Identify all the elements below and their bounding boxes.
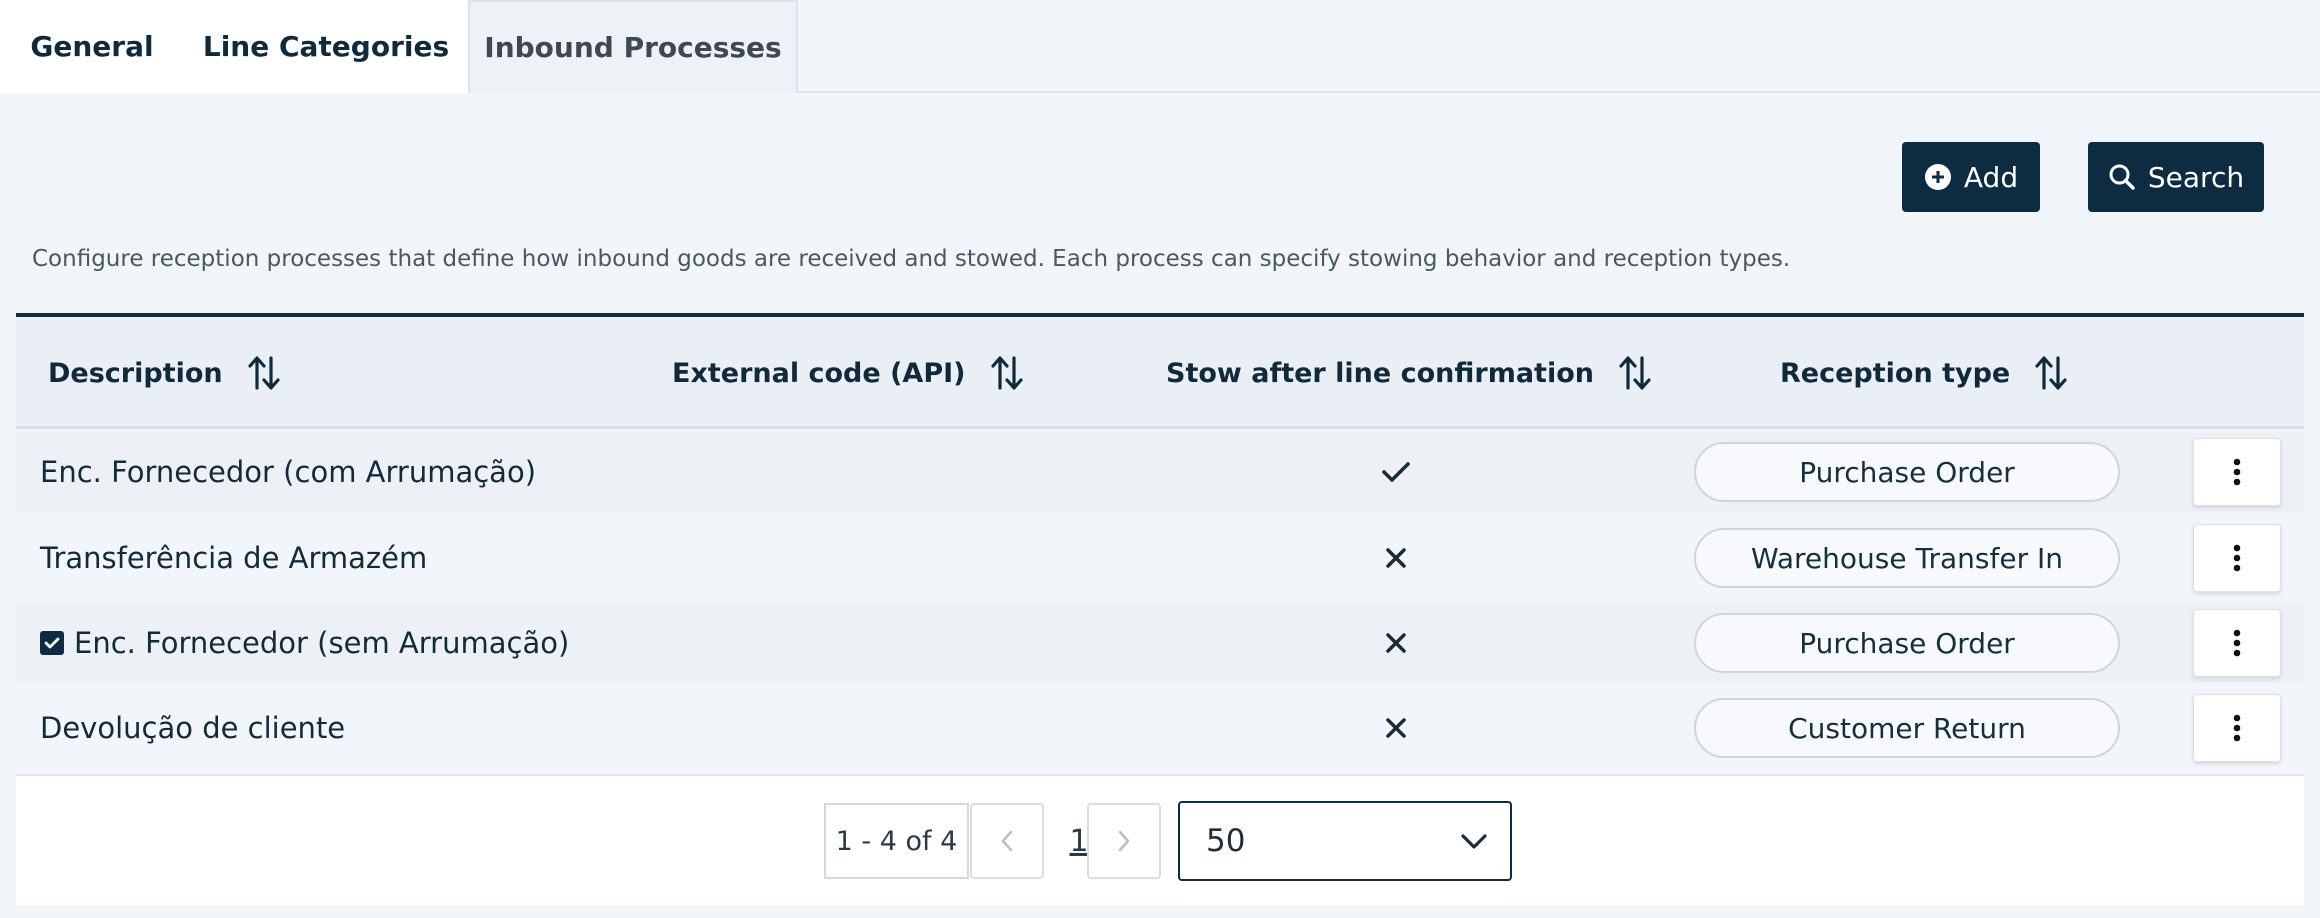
tab-line-categories-label: Line Categories: [202, 30, 450, 63]
next-page-button[interactable]: [1087, 803, 1161, 879]
table-row[interactable]: Transferência de Armazém Warehouse Trans…: [16, 518, 2304, 598]
column-header-external-code[interactable]: External code (API): [672, 317, 1024, 429]
row-menu-button[interactable]: [2193, 438, 2281, 506]
pagination: 1 - 4 of 4 1 50: [16, 774, 2304, 905]
table-header: Description External code (API) Stow aft…: [16, 317, 2304, 429]
chevron-down-icon: [1461, 834, 1487, 849]
column-header-reception-type[interactable]: Reception type: [1780, 317, 2068, 429]
row-menu-button[interactable]: [2193, 524, 2281, 592]
sort-icon: [248, 356, 280, 390]
column-header-stow-label: Stow after line confirmation: [1166, 357, 1594, 389]
kebab-menu-icon: [2233, 714, 2241, 742]
add-button[interactable]: Add: [1902, 142, 2040, 212]
tab-bar: General Line Categories Inbound Processe…: [0, 0, 2320, 93]
search-button[interactable]: Search: [2088, 142, 2264, 212]
chevron-right-icon: [1118, 830, 1130, 852]
tab-general-label: General: [30, 30, 154, 63]
table-row[interactable]: Devolução de cliente Customer Return: [16, 688, 2304, 768]
sort-icon: [990, 356, 1023, 390]
tab-line-categories[interactable]: Line Categories: [184, 0, 468, 93]
search-icon: [2109, 164, 2135, 190]
reception-type-badge: Purchase Order: [1694, 442, 2120, 502]
tab-inbound-processes-label: Inbound Processes: [484, 31, 782, 64]
table-row[interactable]: Enc. Fornecedor (sem Arrumação) Purchase…: [16, 603, 2304, 683]
kebab-menu-icon: [2233, 458, 2241, 486]
row-description: Transferência de Armazém: [40, 518, 427, 598]
stow-cross-icon: [1378, 710, 1414, 746]
column-header-description[interactable]: Description: [48, 317, 281, 429]
stow-cross-icon: [1378, 540, 1414, 576]
kebab-menu-icon: [2233, 544, 2241, 572]
row-description-text: Devolução de cliente: [40, 711, 346, 745]
table-row[interactable]: Enc. Fornecedor (com Arrumação) Purchase…: [16, 432, 2304, 512]
checkbox-checked-icon[interactable]: [40, 631, 64, 655]
pagination-range: 1 - 4 of 4: [824, 803, 969, 879]
kebab-menu-icon: [2233, 629, 2241, 657]
add-button-label: Add: [1963, 160, 2019, 194]
tab-general[interactable]: General: [0, 0, 184, 93]
processes-table: Description External code (API) Stow aft…: [16, 313, 2304, 905]
chevron-left-icon: [1001, 830, 1013, 852]
sort-icon: [1619, 356, 1651, 390]
stow-cross-icon: [1378, 625, 1414, 661]
column-header-stow[interactable]: Stow after line confirmation: [1166, 317, 1652, 429]
tab-inbound-processes[interactable]: Inbound Processes: [468, 0, 798, 93]
stow-check-icon: [1378, 454, 1414, 490]
row-menu-button[interactable]: [2193, 694, 2281, 762]
search-button-label: Search: [2147, 160, 2245, 194]
row-description-text: Enc. Fornecedor (com Arrumação): [40, 455, 537, 489]
row-description: Devolução de cliente: [40, 688, 345, 768]
page-size-value: 50: [1206, 823, 1246, 859]
reception-type-badge: Customer Return: [1694, 698, 2120, 758]
column-header-description-label: Description: [48, 357, 223, 389]
row-description: Enc. Fornecedor (sem Arrumação): [40, 603, 569, 683]
sort-icon: [2035, 356, 2067, 390]
column-header-reception-type-label: Reception type: [1780, 357, 2011, 389]
plus-circle-icon: [1924, 164, 1951, 190]
reception-type-badge: Purchase Order: [1694, 613, 2120, 673]
page-description: Configure reception processes that defin…: [32, 246, 1791, 272]
row-description-text: Transferência de Armazém: [40, 541, 428, 575]
row-menu-button[interactable]: [2193, 609, 2281, 677]
column-header-external-code-label: External code (API): [672, 357, 966, 389]
reception-type-badge: Warehouse Transfer In: [1694, 528, 2120, 588]
row-description-text: Enc. Fornecedor (sem Arrumação): [74, 626, 570, 660]
page-size-select[interactable]: 50: [1178, 801, 1512, 881]
previous-page-button[interactable]: [970, 803, 1044, 879]
row-description: Enc. Fornecedor (com Arrumação): [40, 432, 536, 512]
